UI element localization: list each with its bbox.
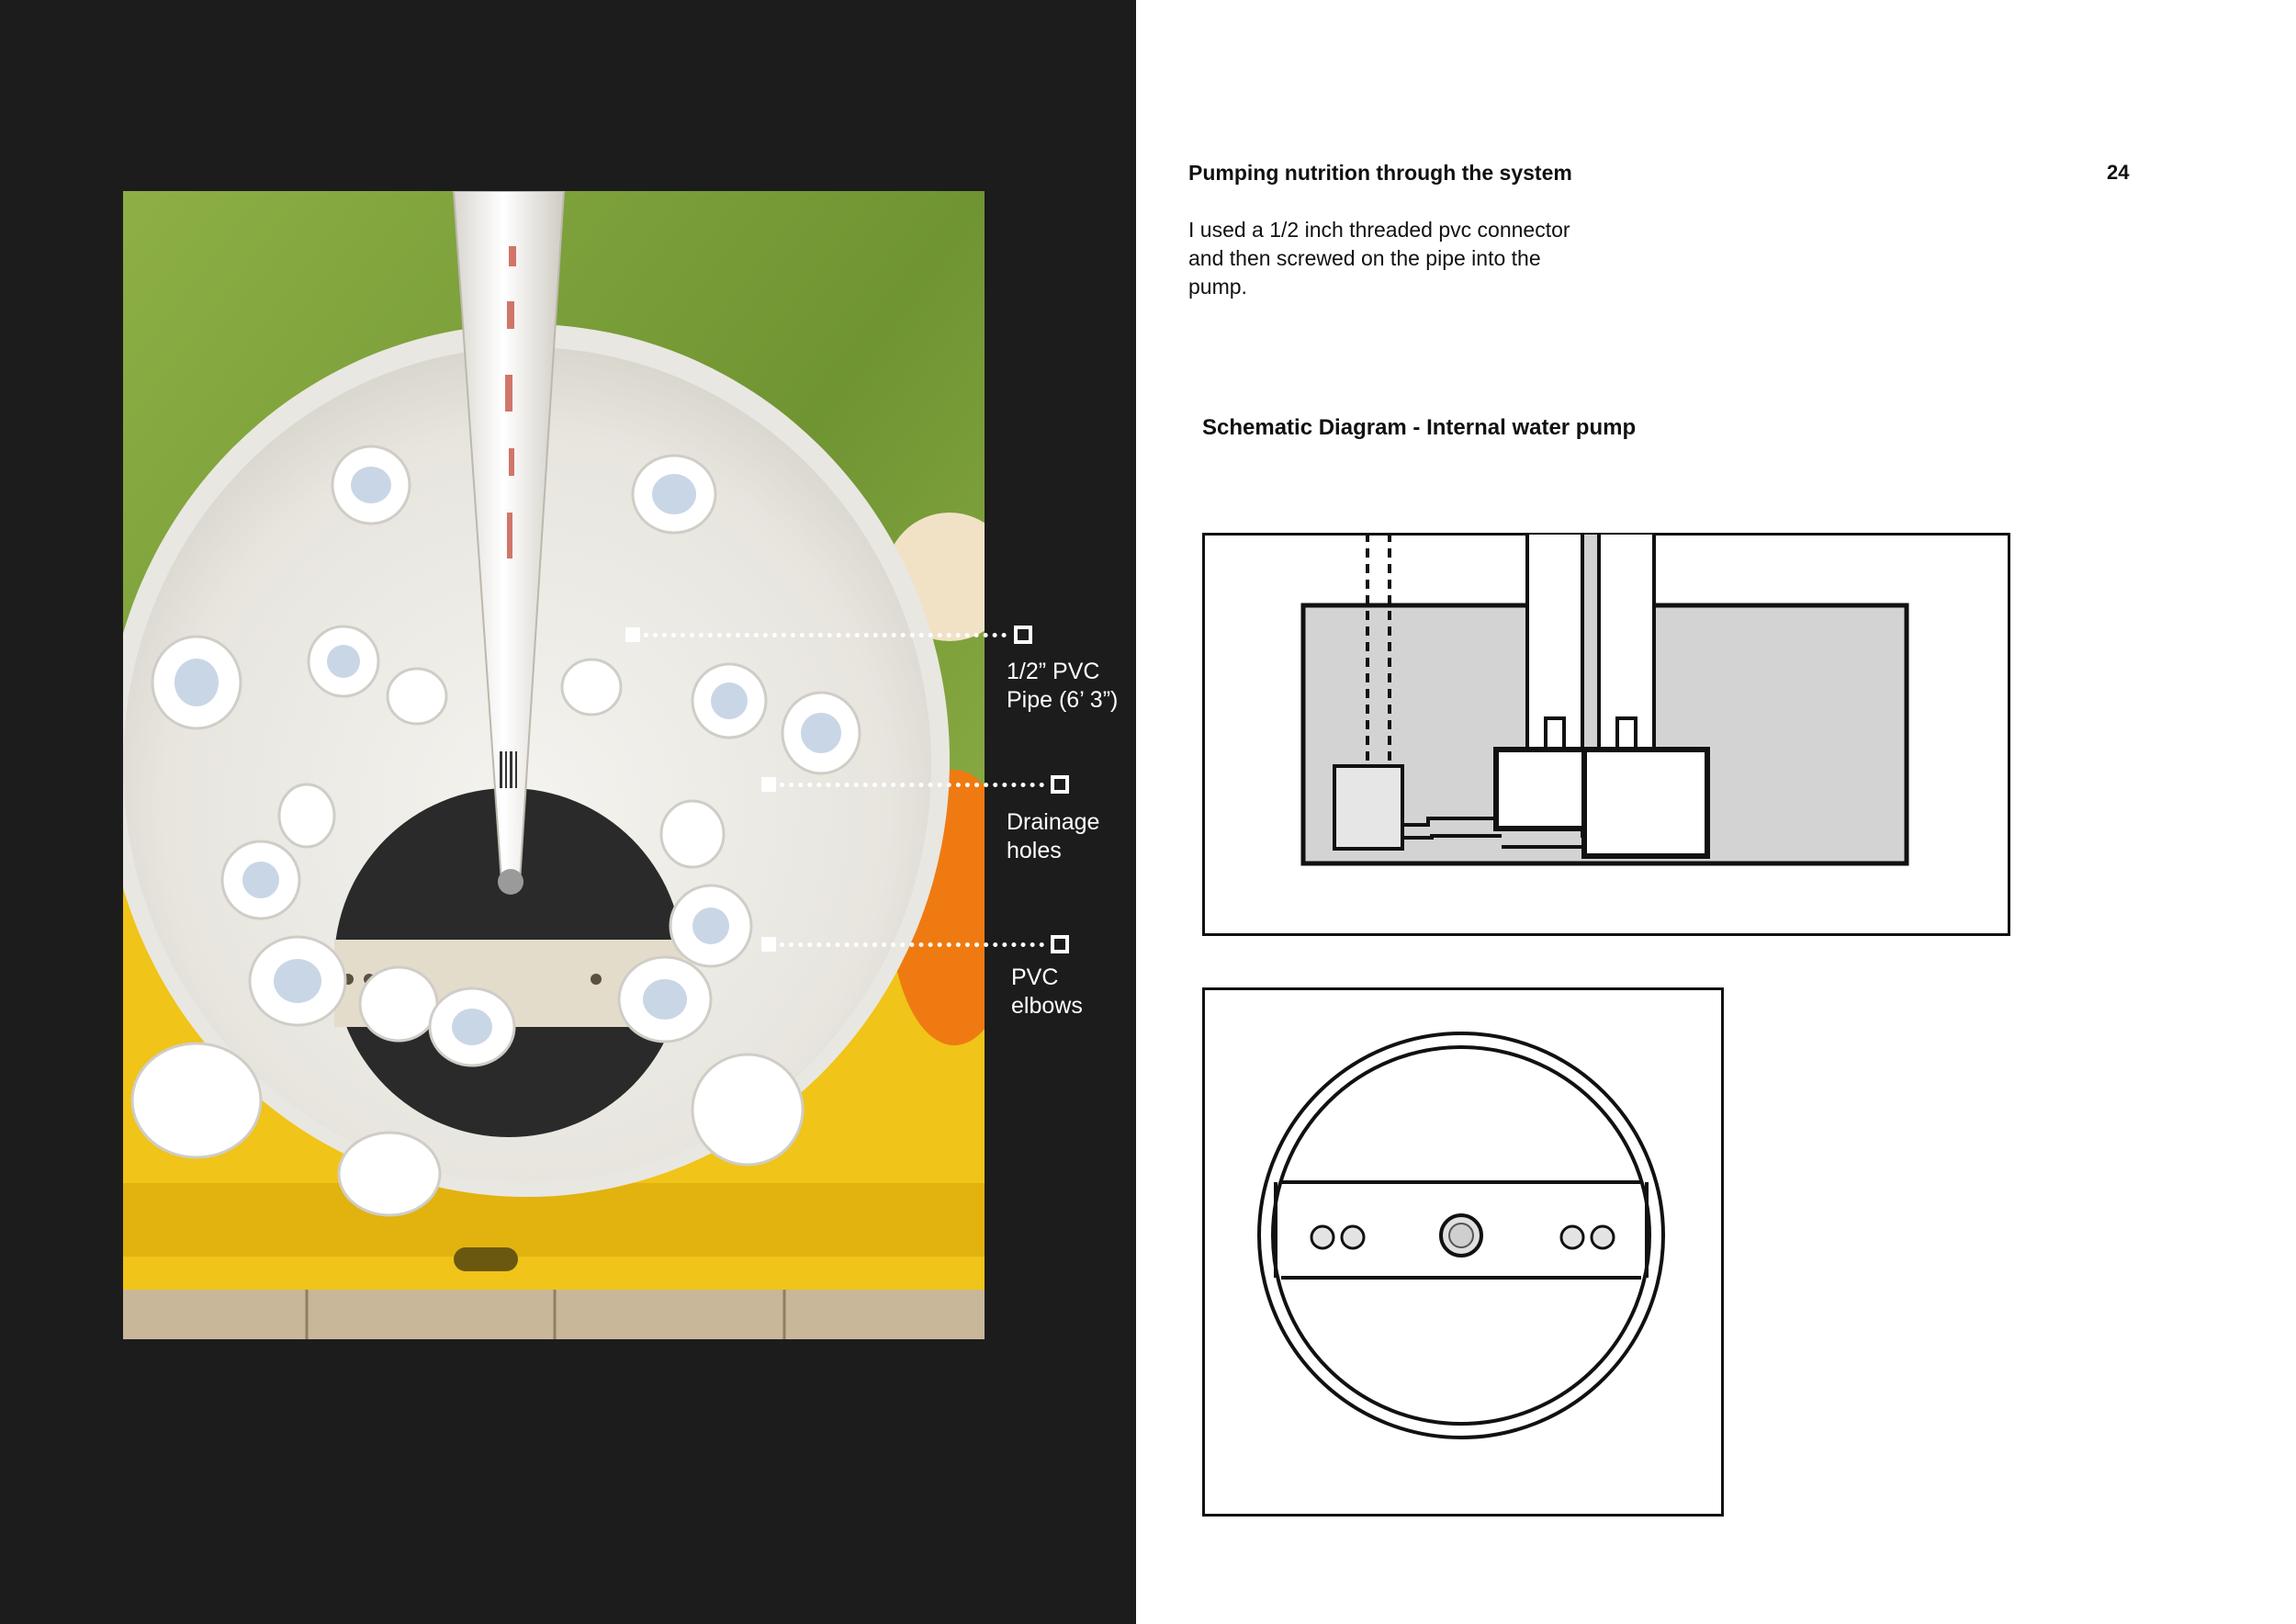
bucket-photo [123,191,985,1339]
pipe-callout-box [1014,626,1032,644]
page-number: 24 [2107,161,2130,184]
drainage-callout-box [1051,775,1069,794]
elbows-marker [761,937,776,952]
elbows-label: PVC elbows [1011,964,1083,1019]
drainage-marker [761,777,776,792]
pipe-label: 1/2” PVC Pipe (6’ 3”) [1007,659,1119,713]
elbows-leader-line [780,942,1044,947]
pump-top-view-diagram [1202,987,1724,1521]
pump-side-view-diagram [1202,531,2010,942]
drainage-label: Drainage holes [1007,809,1100,863]
pipe-marker [625,627,640,642]
elbows-callout-box [1051,935,1069,953]
body-paragraph: I used a 1/2 inch threaded pvc connector… [1188,218,1570,299]
drainage-leader-line [780,783,1044,787]
page-title: Pumping nutrition through the system [1188,161,1572,185]
pipe-leader-line [644,633,1007,637]
schematic-title: Schematic Diagram - Internal water pump [1202,415,1637,440]
